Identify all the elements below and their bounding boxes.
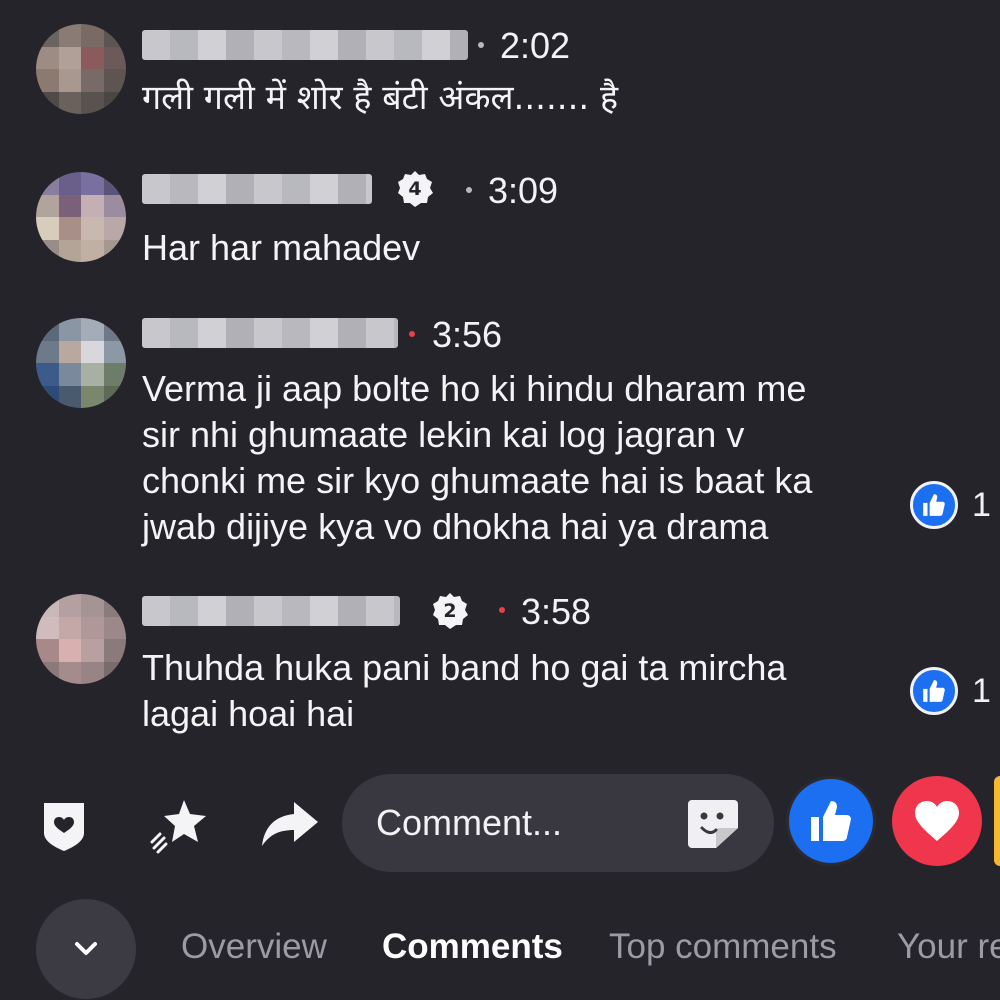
sparkle-star-icon[interactable]	[150, 796, 212, 854]
comment-line: Thuhda huka pani band ho gai ta mircha	[142, 647, 787, 688]
reaction-peek[interactable]	[994, 776, 1000, 866]
like-icon	[910, 481, 958, 529]
reaction-count[interactable]: 1	[910, 667, 991, 715]
love-reaction-icon[interactable]	[892, 776, 982, 866]
comment-text: Thuhda huka pani band ho gai ta mircha l…	[142, 645, 786, 737]
separator-dot	[478, 42, 484, 48]
tab-top-comments[interactable]: Top comments	[609, 927, 837, 967]
like-reaction-icon[interactable]	[786, 776, 876, 866]
comment-line: lagai hoai hai	[142, 693, 355, 734]
reaction-count[interactable]: 1	[910, 481, 991, 529]
comment-line: jwab dijiye kya vo dhokha hai ya drama	[142, 506, 769, 547]
live-dot	[409, 331, 415, 337]
sticker-icon[interactable]	[686, 798, 740, 855]
badge-number: 4	[408, 178, 422, 200]
author-name-blurred[interactable]	[142, 596, 400, 626]
avatar[interactable]	[36, 24, 126, 114]
comment-text: Verma ji aap bolte ho ki hindu dharam me…	[142, 366, 812, 550]
badge-number: 2	[443, 600, 457, 622]
comment-time[interactable]: 3:56	[432, 314, 502, 356]
author-name-blurred[interactable]	[142, 174, 372, 204]
share-arrow-icon[interactable]	[260, 798, 320, 850]
tab-comments[interactable]: Comments	[382, 927, 563, 967]
avatar[interactable]	[36, 594, 126, 684]
contributor-badge: 4	[396, 170, 434, 208]
comment-time[interactable]: 2:02	[500, 25, 570, 67]
author-name-blurred[interactable]	[142, 30, 468, 60]
comment-placeholder: Comment...	[376, 802, 563, 843]
like-count: 1	[972, 671, 991, 710]
tab-your-reactions[interactable]: Your re	[897, 927, 1000, 967]
shield-heart-icon[interactable]	[38, 798, 90, 854]
separator-dot	[466, 187, 472, 193]
comment-action-bar: Comment...	[0, 770, 1000, 880]
comment-input[interactable]: Comment...	[342, 774, 774, 872]
avatar[interactable]	[36, 318, 126, 408]
contributor-badge: 2	[431, 592, 469, 630]
like-count: 1	[972, 485, 991, 524]
comment-text: Har har mahadev	[142, 227, 421, 268]
comment-time[interactable]: 3:09	[488, 170, 558, 212]
author-name-blurred[interactable]	[142, 318, 398, 348]
avatar[interactable]	[36, 172, 126, 262]
tab-overview[interactable]: Overview	[181, 927, 327, 967]
chevron-down-icon[interactable]	[36, 899, 136, 999]
comment-line: sir nhi ghumaate lekin kai log jagran v	[142, 414, 745, 455]
comment-text: गली गली में शोर है बंटी अंकल....... है	[142, 78, 619, 118]
bottom-tab-bar: Overview Comments Top comments Your re	[0, 895, 1000, 1000]
comment-line: Verma ji aap bolte ho ki hindu dharam me	[142, 368, 807, 409]
like-icon	[910, 667, 958, 715]
comment-line: chonki me sir kyo ghumaate hai is baat k…	[142, 460, 813, 501]
comment-time[interactable]: 3:58	[521, 591, 591, 633]
live-dot	[499, 607, 505, 613]
